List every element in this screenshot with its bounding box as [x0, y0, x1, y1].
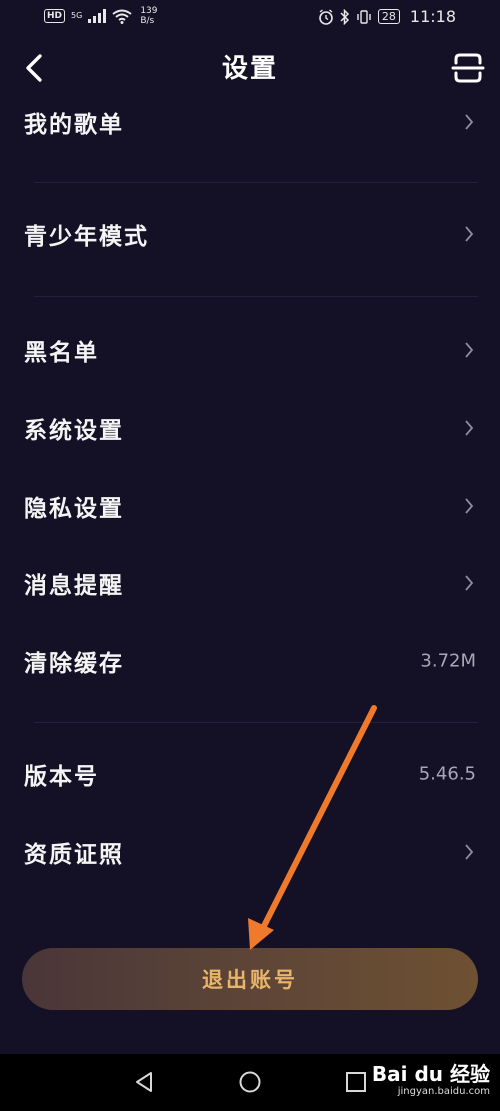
- settings-item-qualifications[interactable]: 资质证照: [0, 822, 500, 882]
- bluetooth-icon: [340, 8, 349, 25]
- system-nav-bar: Bai du 经验 jingyan.baidu.com: [0, 1054, 500, 1111]
- settings-item-clear-cache[interactable]: 清除缓存 3.72M: [0, 631, 500, 691]
- logout-button-label: 退出账号: [202, 967, 298, 992]
- watermark-url: jingyan.baidu.com: [397, 1086, 490, 1097]
- version-value: 5.46.5: [418, 763, 476, 785]
- settings-item-label: 我的歌单: [24, 111, 124, 138]
- network-type: 5G: [71, 11, 83, 20]
- status-right: 28 11:18: [318, 7, 456, 26]
- settings-item-label: 隐私设置: [24, 495, 124, 522]
- settings-item-teen-mode[interactable]: 青少年模式: [0, 204, 500, 264]
- logout-button[interactable]: 退出账号: [22, 948, 478, 1010]
- chevron-right-icon: [465, 226, 474, 242]
- settings-item-label: 黑名单: [24, 339, 99, 366]
- settings-item-privacy-settings[interactable]: 隐私设置: [0, 476, 500, 536]
- nav-home-icon[interactable]: [238, 1070, 262, 1094]
- speed-value: 139: [140, 6, 158, 16]
- chevron-right-icon: [465, 420, 474, 436]
- battery-icon: 28: [377, 9, 400, 24]
- chevron-right-icon: [465, 844, 474, 860]
- wifi-icon: [112, 9, 132, 24]
- settings-item-label: 消息提醒: [24, 572, 124, 599]
- divider: [34, 722, 478, 723]
- alarm-icon: [319, 8, 333, 25]
- divider: [34, 182, 478, 183]
- settings-item-label: 青少年模式: [24, 223, 149, 250]
- signal-icon: [88, 9, 107, 23]
- chevron-right-icon: [465, 114, 474, 130]
- cache-size-value: 3.72M: [420, 650, 476, 672]
- settings-item-blacklist[interactable]: 黑名单: [0, 320, 500, 380]
- divider: [34, 296, 478, 297]
- scan-icon[interactable]: [450, 50, 486, 86]
- settings-item-label: 资质证照: [24, 841, 124, 868]
- settings-item-message-reminder[interactable]: 消息提醒: [0, 553, 500, 613]
- page-title: 设置: [221, 54, 278, 84]
- chevron-right-icon: [465, 498, 474, 514]
- hd-badge: HD: [44, 9, 66, 23]
- chevron-right-icon: [465, 575, 474, 591]
- header: 设置: [0, 40, 500, 96]
- network-speed: 139 B/s: [140, 6, 157, 26]
- chevron-right-icon: [465, 342, 474, 358]
- watermark-logo: Bai du 经验: [371, 1062, 490, 1086]
- vibrate-icon: [357, 9, 371, 24]
- speed-unit: B/s: [140, 16, 155, 26]
- clock: 11:18: [409, 7, 456, 26]
- settings-item-system-settings[interactable]: 系统设置: [0, 398, 500, 458]
- nav-recent-icon[interactable]: [344, 1070, 368, 1094]
- settings-item-label: 版本号: [24, 763, 99, 790]
- settings-item-label: 清除缓存: [24, 650, 124, 677]
- nav-back-icon[interactable]: [132, 1070, 156, 1094]
- settings-item-version: 版本号 5.46.5: [0, 744, 500, 804]
- baidu-watermark: Bai du 经验 jingyan.baidu.com: [372, 1062, 490, 1098]
- status-bar: HD 5G 139 B/s 28 11:18: [0, 0, 500, 36]
- settings-item-my-playlist[interactable]: 我的歌单: [0, 92, 500, 152]
- settings-item-label: 系统设置: [24, 417, 124, 444]
- status-left: HD 5G 139 B/s: [44, 6, 158, 26]
